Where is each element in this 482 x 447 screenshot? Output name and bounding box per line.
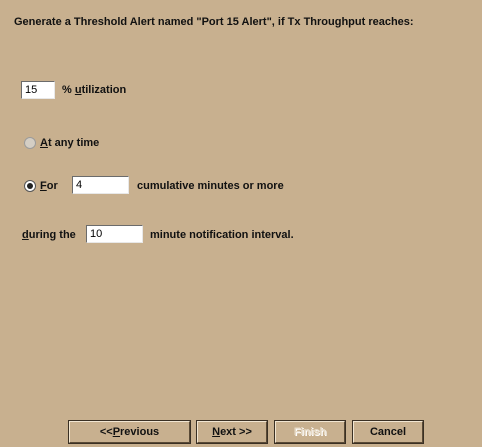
utilization-input[interactable] bbox=[25, 83, 51, 97]
cumulative-minutes-input[interactable] bbox=[76, 178, 125, 192]
utilization-label-rest: tilization bbox=[81, 84, 127, 96]
for-mnemonic: F bbox=[40, 180, 47, 192]
interval-mnemonic: d bbox=[22, 229, 29, 241]
previous-rest: revious bbox=[120, 426, 160, 438]
interval-label: during the bbox=[22, 229, 76, 241]
next-rest: ext >> bbox=[220, 426, 252, 438]
finish-button[interactable]: Finish bbox=[274, 420, 346, 444]
next-mnemonic: N bbox=[212, 426, 221, 438]
cumulative-minutes-field[interactable] bbox=[72, 176, 129, 194]
previous-prefix: << bbox=[99, 426, 113, 438]
utilization-label-mnemonic: u bbox=[74, 84, 82, 96]
previous-mnemonic: P bbox=[112, 426, 121, 438]
previous-button[interactable]: << Previous bbox=[68, 420, 191, 444]
at-any-time-label[interactable]: At any time bbox=[40, 137, 99, 149]
for-rest: or bbox=[46, 180, 58, 192]
utilization-field[interactable] bbox=[21, 81, 55, 99]
at-any-time-radio[interactable] bbox=[24, 137, 36, 149]
utilization-label: % utilization bbox=[62, 84, 126, 96]
at-any-time-mnemonic: A bbox=[40, 137, 48, 149]
utilization-label-prefix: % bbox=[62, 84, 75, 96]
next-button[interactable]: Next >> bbox=[196, 420, 268, 444]
notification-interval-input[interactable] bbox=[90, 227, 139, 241]
cancel-button[interactable]: Cancel bbox=[352, 420, 424, 444]
alert-description-heading: Generate a Threshold Alert named "Port 1… bbox=[14, 16, 414, 28]
notification-interval-label: minute notification interval. bbox=[150, 229, 294, 241]
cumulative-minutes-label: cumulative minutes or more bbox=[137, 180, 284, 192]
at-any-time-rest: t any time bbox=[47, 137, 100, 149]
interval-rest: uring the bbox=[28, 229, 76, 241]
threshold-alert-dialog: Generate a Threshold Alert named "Port 1… bbox=[2, 2, 480, 445]
for-radio[interactable] bbox=[24, 180, 36, 192]
for-label[interactable]: For bbox=[40, 180, 58, 192]
notification-interval-field[interactable] bbox=[86, 225, 143, 243]
